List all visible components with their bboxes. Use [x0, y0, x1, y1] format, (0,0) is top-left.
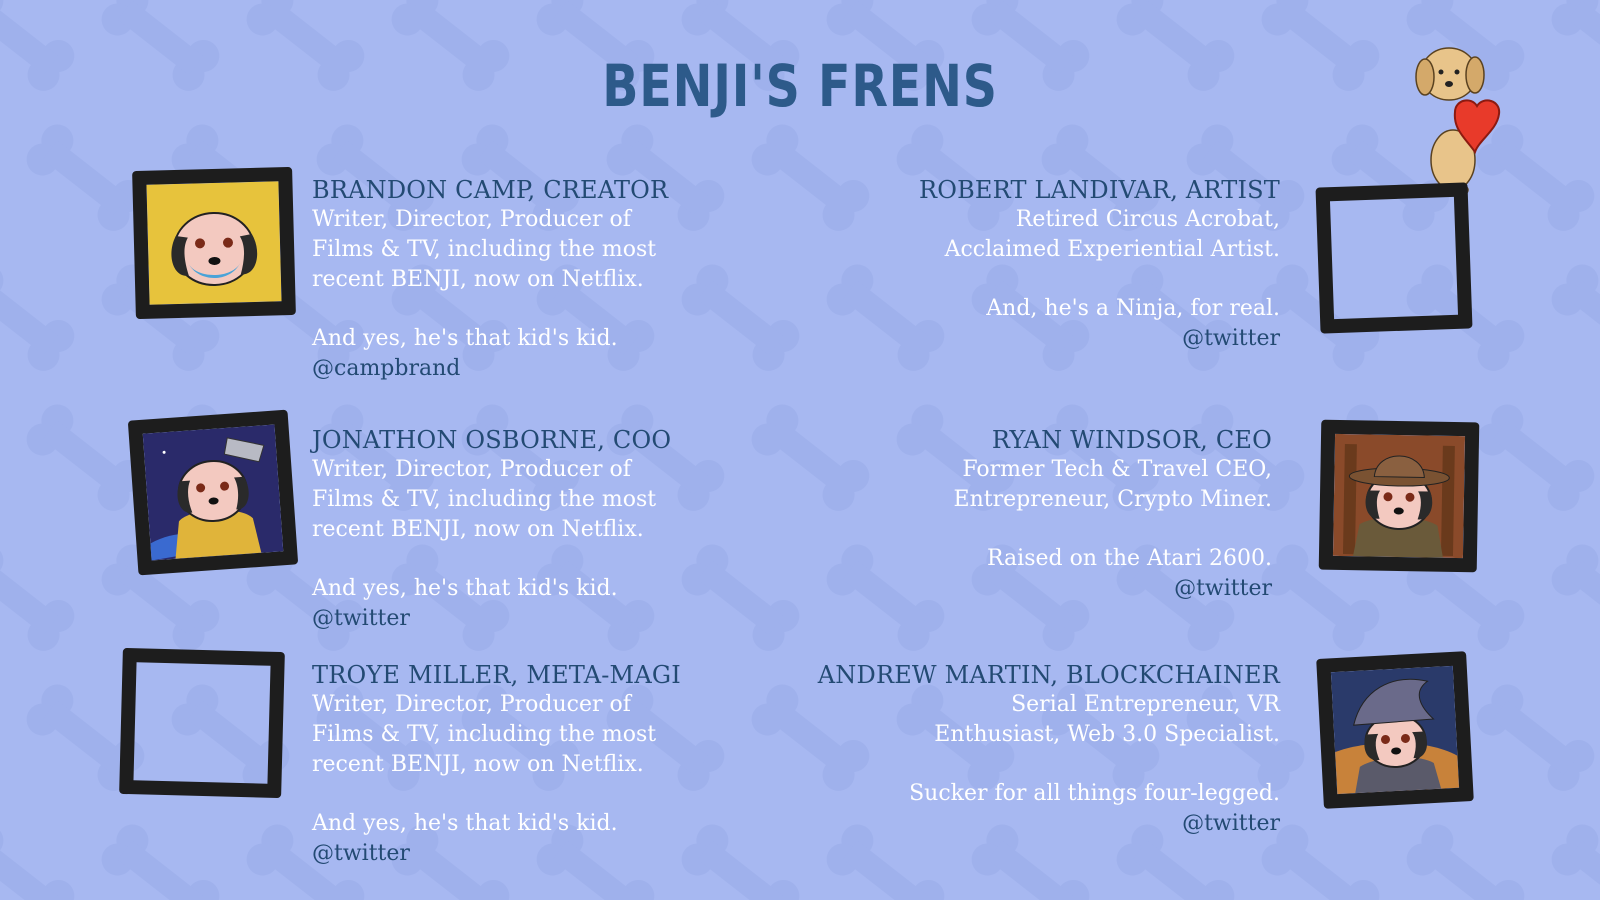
bone-shape	[0, 264, 75, 371]
portrait-frame	[127, 409, 299, 576]
member-bio-line: Writer, Director, Producer of	[312, 457, 631, 482]
team-card-ryan-windsor: RYAN WINDSOR, CEO Former Tech & Travel C…	[830, 415, 1480, 655]
member-fun-fact: Sucker for all things four-legged.	[909, 781, 1280, 806]
member-name: TROYE MILLER, META-MAGI	[312, 661, 681, 689]
bone-shape	[0, 0, 75, 91]
empty-frame	[133, 662, 270, 783]
dog-portrait-yellow	[146, 181, 282, 305]
member-bio-line: Films & TV, including the most	[312, 722, 657, 747]
member-bio-line: Retired Circus Acrobat,	[1015, 207, 1280, 232]
member-fun-fact: And yes, he's that kid's kid.	[312, 811, 618, 836]
portrait-frame	[1318, 419, 1480, 573]
bone-shape	[1551, 544, 1600, 635]
member-bio-line: Entrepreneur, Crypto Miner.	[953, 487, 1272, 512]
member-social-link[interactable]: @twitter	[800, 809, 1280, 839]
member-fun-fact: Raised on the Atari 2600.	[986, 546, 1272, 571]
team-card-troye-miller: TROYE MILLER, META-MAGI Writer, Director…	[115, 647, 750, 890]
team-card-robert-landivar: ROBERT LANDIVAR, ARTIST Retired Circus A…	[830, 165, 1480, 405]
team-card-andrew-martin: ANDREW MARTIN, BLOCKCHAINER Serial Entre…	[818, 650, 1480, 890]
bone-shape	[1476, 684, 1595, 791]
member-name: ROBERT LANDIVAR, ARTIST	[918, 176, 1280, 204]
member-bio-line: Acclaimed Experiential Artist.	[944, 237, 1280, 262]
portrait-frame	[1316, 651, 1474, 809]
bone-shape	[1551, 264, 1600, 355]
portrait-frame	[1315, 182, 1473, 334]
member-bio-line: Films & TV, including the most	[312, 487, 657, 512]
dog-portrait-explorer	[1332, 433, 1466, 559]
member-social-link[interactable]: @campbrand	[312, 354, 782, 384]
portrait-frame	[119, 647, 285, 799]
member-bio-line: Writer, Director, Producer of	[312, 692, 631, 717]
bone-shape	[0, 544, 75, 651]
member-social-link[interactable]: @twitter	[312, 604, 782, 634]
member-fun-fact: And, he's a Ninja, for real.	[986, 296, 1280, 321]
member-name: JONATHON OSBORNE, COO	[312, 426, 672, 454]
portrait-frame	[132, 166, 296, 320]
member-social-link[interactable]: @twitter	[810, 324, 1280, 354]
dog-portrait-wizard	[1330, 665, 1460, 795]
member-bio-line: Writer, Director, Producer of	[312, 207, 631, 232]
member-fun-fact: And yes, he's that kid's kid.	[312, 326, 618, 351]
page-title: BENJI'S FRENS	[602, 52, 998, 120]
bone-shape	[0, 824, 75, 900]
bone-shape	[1551, 0, 1600, 75]
member-social-link[interactable]: @twitter	[802, 574, 1272, 604]
member-fun-fact: And yes, he's that kid's kid.	[312, 576, 618, 601]
member-bio-line: recent BENJI, now on Netflix.	[312, 752, 644, 777]
member-name: RYAN WINDSOR, CEO	[991, 426, 1272, 454]
team-card-jonathon-osborne: JONATHON OSBORNE, COO Writer, Director, …	[125, 409, 750, 655]
member-social-link[interactable]: @twitter	[312, 839, 782, 869]
member-bio-line: Serial Entrepreneur, VR	[1011, 692, 1280, 717]
member-bio-line: recent BENJI, now on Netflix.	[312, 267, 644, 292]
bone-shape	[1551, 824, 1600, 900]
member-bio-line: Films & TV, including the most	[312, 237, 657, 262]
member-bio-line: recent BENJI, now on Netflix.	[312, 517, 644, 542]
member-name: ANDREW MARTIN, BLOCKCHAINER	[817, 661, 1280, 689]
team-card-brandon-camp: BRANDON CAMP, CREATOR Writer, Director, …	[130, 165, 750, 405]
member-bio-line: Enthusiast, Web 3.0 Specialist.	[934, 722, 1280, 747]
bone-shape	[1476, 404, 1595, 511]
member-name: BRANDON CAMP, CREATOR	[312, 176, 669, 204]
member-bio-line: Former Tech & Travel CEO,	[962, 457, 1272, 482]
empty-frame	[1330, 197, 1458, 319]
dog-portrait-space	[142, 424, 284, 561]
